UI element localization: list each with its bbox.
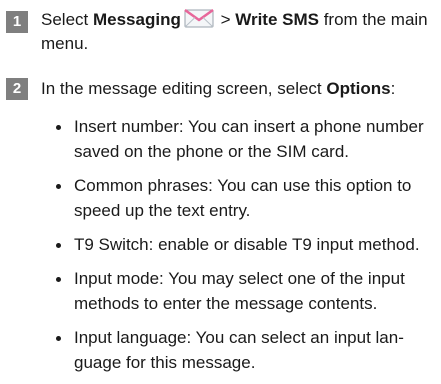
bullet-icon: [56, 243, 61, 248]
bullet-icon: [56, 277, 61, 282]
list-item: Insert number: You can insert a phone nu…: [54, 114, 437, 164]
step-number-badge: 2: [6, 78, 28, 100]
list-item: T9 Switch: enable or disable T9 input me…: [54, 232, 437, 257]
write-sms-label: Write SMS: [235, 10, 319, 29]
step-1-text-middle: >: [215, 10, 236, 29]
list-item-text: Insert number: You can insert a phone nu…: [74, 117, 424, 161]
step-2-text-after: :: [390, 79, 396, 98]
list-item-text: Input mode: You may select one of the in…: [74, 269, 405, 313]
options-label: Options: [326, 79, 391, 98]
options-list: Insert number: You can insert a phone nu…: [54, 114, 437, 384]
list-item-text: Common phrases: You can use this option …: [74, 176, 412, 220]
step-1-text: Select Messaging > Write SMS from the ma…: [41, 8, 437, 56]
bullet-icon: [56, 336, 61, 341]
step-1-text-before: Select: [41, 10, 93, 29]
list-item: Common phrases: You can use this option …: [54, 173, 437, 223]
messaging-label: Messaging: [92, 10, 181, 29]
list-item: Input language: You can select an input …: [54, 325, 437, 375]
step-2-text: In the message editing screen, select Op…: [41, 77, 437, 101]
bullet-icon: [56, 125, 61, 130]
messaging-envelope-icon: [184, 9, 214, 28]
list-item: Input mode: You may select one of the in…: [54, 266, 437, 316]
list-item-text: Input language: You can select an input …: [74, 328, 404, 372]
step-number-badge: 1: [6, 11, 28, 33]
step-2-text-before: In the message editing screen, select: [41, 79, 327, 98]
list-item-text: T9 Switch: enable or disable T9 input me…: [74, 235, 420, 254]
bullet-icon: [56, 184, 61, 189]
